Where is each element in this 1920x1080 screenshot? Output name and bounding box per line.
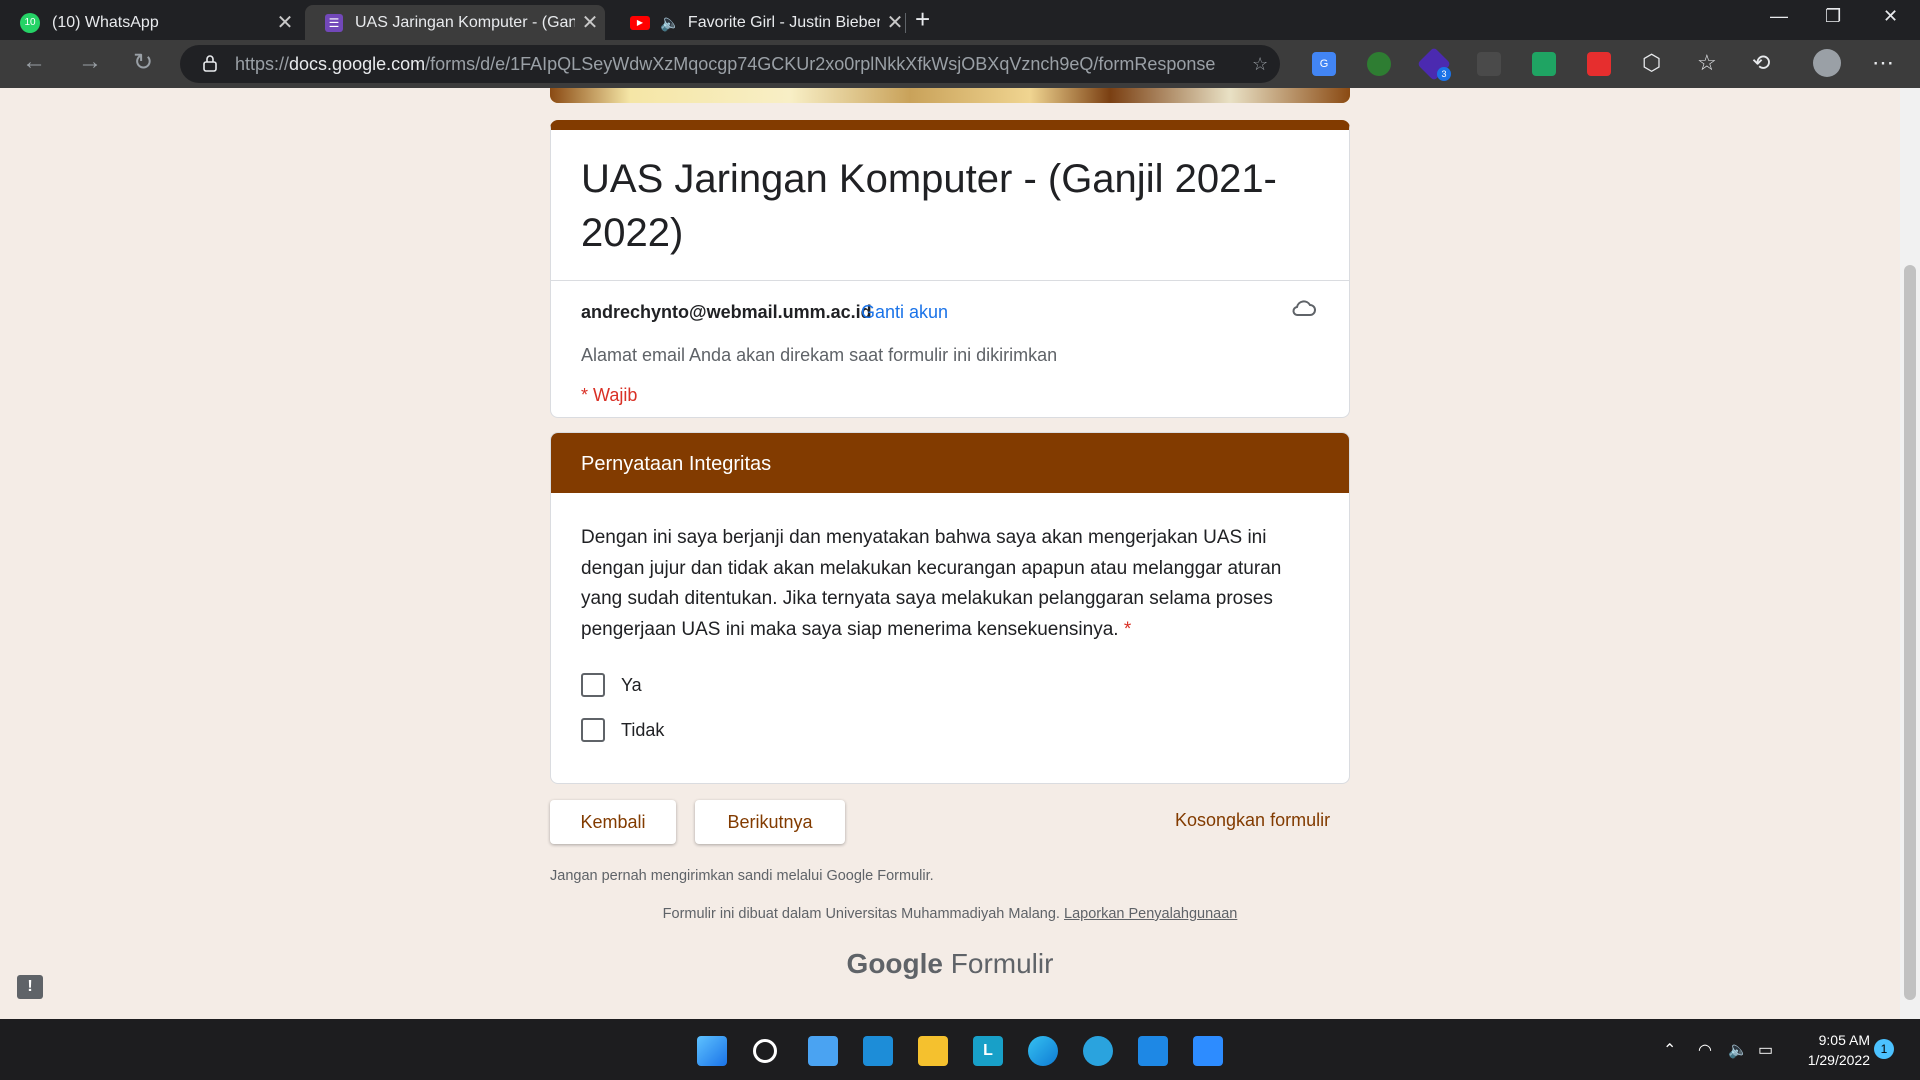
- section-title: Pernyataan Integritas: [551, 433, 1349, 493]
- checkbox[interactable]: [581, 718, 605, 742]
- mail-icon[interactable]: [863, 1036, 893, 1066]
- clear-form-link[interactable]: Kosongkan formulir: [1175, 810, 1330, 831]
- translate-extension-icon[interactable]: G: [1312, 52, 1336, 76]
- vscode-icon[interactable]: [1138, 1036, 1168, 1066]
- required-note: * Wajib: [581, 385, 638, 405]
- extension-mendeley-icon[interactable]: [1587, 52, 1611, 76]
- extensions-puzzle-icon[interactable]: ⬡: [1642, 50, 1661, 76]
- volume-icon[interactable]: 🔈: [1728, 1040, 1748, 1060]
- back-button[interactable]: Kembali: [550, 800, 676, 844]
- option-label: Ya: [621, 674, 642, 695]
- footer-text: Formulir ini dibuat dalam Universitas Mu…: [662, 906, 1060, 922]
- tab-title: Favorite Girl - Justin Bieber: [687, 13, 880, 31]
- whatsapp-icon: 10: [20, 12, 40, 33]
- forward-icon[interactable]: →: [78, 48, 102, 76]
- brand-product: Formulir: [950, 948, 1054, 979]
- lock-icon[interactable]: [202, 54, 218, 77]
- extension-recycle-icon[interactable]: [1477, 52, 1501, 76]
- tab-whatsapp[interactable]: 10 (10) WhatsApp ✕: [0, 5, 300, 40]
- extension-sheet-icon[interactable]: [1532, 52, 1556, 76]
- url-host: docs.google.com: [289, 54, 426, 74]
- edge-icon[interactable]: [1028, 1036, 1058, 1066]
- new-tab-icon[interactable]: +: [915, 4, 930, 35]
- cloud-save-icon[interactable]: [1291, 298, 1317, 323]
- option-label: Tidak: [621, 719, 665, 740]
- form-title: UAS Jaringan Komputer - (Ganjil 2021-202…: [581, 157, 1277, 255]
- option-ya[interactable]: Ya: [581, 673, 642, 697]
- tab-separator: [905, 13, 906, 33]
- url-text[interactable]: https://docs.google.com/forms/d/e/1FAIpQ…: [235, 54, 1215, 75]
- tab-uas-form[interactable]: ☰ UAS Jaringan Komputer - (Ganjil ✕: [305, 5, 605, 40]
- restore-icon[interactable]: ❐: [1825, 6, 1841, 27]
- report-abuse-link[interactable]: Laporkan Penyalahgunaan: [1064, 906, 1237, 922]
- form-header-card: UAS Jaringan Komputer - (Ganjil 2021-202…: [550, 120, 1350, 418]
- address-bar[interactable]: https://docs.google.com/forms/d/e/1FAIpQ…: [180, 45, 1280, 83]
- section-card: Pernyataan Integritas Dengan ini saya be…: [550, 432, 1350, 784]
- taskbar: [0, 1019, 1920, 1080]
- footer: Formulir ini dibuat dalam Universitas Mu…: [550, 906, 1350, 922]
- checkbox[interactable]: [581, 673, 605, 697]
- option-tidak[interactable]: Tidak: [581, 718, 664, 742]
- tab-title: (10) WhatsApp: [52, 13, 159, 31]
- email-notice: Alamat email Anda akan direkam saat form…: [581, 345, 1058, 365]
- reload-icon[interactable]: ↻: [133, 48, 153, 77]
- tab-youtube[interactable]: ▶ 🔈 Favorite Girl - Justin Bieber ✕: [610, 5, 910, 40]
- google-forms-logo[interactable]: Google Formulir: [550, 948, 1350, 980]
- divider: [551, 280, 1349, 281]
- scrollbar-thumb[interactable]: [1904, 265, 1916, 1000]
- tab-title: UAS Jaringan Komputer - (Ganjil: [355, 13, 575, 31]
- app-l-icon[interactable]: L: [973, 1036, 1003, 1066]
- close-tab-icon[interactable]: ✕: [575, 10, 605, 35]
- file-explorer-icon[interactable]: [918, 1036, 948, 1066]
- url-path: /forms/d/e/1FAIpQLSeyWdwXzMqocgp74GCKUr2…: [425, 54, 1216, 74]
- speaker-icon[interactable]: 🔈: [660, 13, 680, 33]
- brand-google: Google: [846, 948, 943, 979]
- widgets-icon[interactable]: [808, 1036, 838, 1066]
- required-star: *: [1123, 618, 1132, 640]
- start-icon[interactable]: [697, 1036, 727, 1066]
- date: 1/29/2022: [1807, 1052, 1870, 1068]
- more-menu-icon[interactable]: ⋯: [1872, 50, 1894, 76]
- question-label: Dengan ini saya berjanji dan menyatakan …: [581, 527, 1282, 640]
- tab-bar: 10 (10) WhatsApp ✕ ☰ UAS Jaringan Komput…: [0, 0, 1920, 40]
- notification-badge[interactable]: 1: [1874, 1039, 1894, 1059]
- back-icon[interactable]: ←: [22, 48, 46, 76]
- feedback-icon[interactable]: !: [17, 975, 43, 999]
- extension-badge: 3: [1437, 67, 1451, 81]
- search-icon[interactable]: [753, 1039, 777, 1063]
- account-email: andrechynto@webmail.umm.ac.id: [581, 302, 872, 322]
- wifi-icon[interactable]: ◠: [1698, 1040, 1712, 1060]
- clock[interactable]: 9:05 AM 1/29/2022: [1795, 1030, 1870, 1070]
- zoom-icon[interactable]: [1193, 1036, 1223, 1066]
- url-prefix: https://: [235, 54, 290, 74]
- favorites-icon[interactable]: ☆: [1697, 50, 1717, 76]
- switch-account-link[interactable]: Ganti akun: [861, 302, 948, 323]
- close-tab-icon[interactable]: ✕: [270, 10, 300, 35]
- forms-icon: ☰: [325, 13, 343, 32]
- header-image: [550, 88, 1350, 103]
- add-favorite-icon[interactable]: ☆: [1252, 54, 1268, 75]
- time: 9:05 AM: [1818, 1032, 1870, 1048]
- close-window-icon[interactable]: ✕: [1883, 6, 1898, 27]
- question-text: Dengan ini saya berjanji dan menyatakan …: [581, 523, 1321, 645]
- password-warning: Jangan pernah mengirimkan sandi melalui …: [550, 868, 934, 884]
- telegram-icon[interactable]: [1083, 1036, 1113, 1066]
- profile-avatar[interactable]: [1813, 49, 1841, 77]
- history-icon[interactable]: ⟲: [1752, 50, 1770, 76]
- extension-globe-icon[interactable]: [1367, 52, 1391, 76]
- minimize-icon[interactable]: —: [1770, 6, 1788, 27]
- youtube-icon: ▶: [630, 15, 650, 30]
- chevron-up-icon[interactable]: ⌃: [1663, 1040, 1676, 1060]
- next-button[interactable]: Berikutnya: [695, 800, 845, 844]
- battery-icon[interactable]: ▭: [1758, 1040, 1773, 1060]
